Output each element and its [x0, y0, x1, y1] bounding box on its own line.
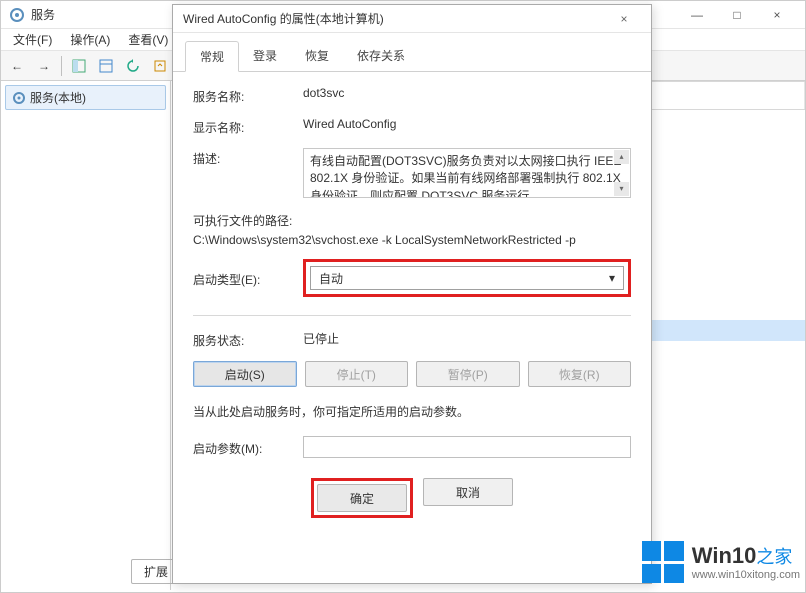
refresh-icon	[126, 59, 140, 73]
label-start-params: 启动参数(M):	[193, 438, 303, 457]
arrow-left-icon: ←	[11, 59, 23, 73]
panel-icon	[72, 59, 86, 73]
arrow-right-icon: →	[38, 59, 50, 73]
toolbar-btn-3[interactable]	[121, 54, 145, 78]
label-start-type: 启动类型(E):	[193, 269, 303, 288]
tab-general[interactable]: 常规	[185, 41, 239, 72]
watermark: Win10之家 www.win10xitong.com	[642, 541, 800, 583]
ok-button[interactable]: 确定	[317, 484, 407, 512]
start-button[interactable]: 启动(S)	[193, 361, 297, 387]
back-button[interactable]: ←	[5, 54, 29, 78]
watermark-url: www.win10xitong.com	[692, 569, 800, 581]
pause-button: 暂停(P)	[416, 361, 520, 387]
label-desc: 描述:	[193, 148, 303, 167]
forward-button[interactable]: →	[32, 54, 56, 78]
value-status: 已停止	[303, 330, 631, 347]
toolbar-separator	[61, 56, 62, 76]
cancel-button[interactable]: 取消	[423, 478, 513, 506]
menu-view[interactable]: 查看(V)	[120, 29, 176, 50]
list-icon	[99, 59, 113, 73]
menu-file[interactable]: 文件(F)	[5, 29, 60, 50]
label-disp-name: 显示名称:	[193, 117, 303, 136]
tab-recovery[interactable]: 恢复	[291, 41, 343, 71]
scroll-up-icon[interactable]: ▴	[614, 150, 629, 164]
dialog-close-button[interactable]: ×	[607, 7, 641, 31]
start-params-note: 当从此处启动服务时，你可指定所适用的启动参数。	[193, 403, 631, 420]
resume-button: 恢复(R)	[528, 361, 632, 387]
value-desc: 有线自动配置(DOT3SVC)服务负责对以太网接口执行 IEEE 802.1X …	[310, 154, 621, 198]
nav-node-services-local[interactable]: 服务(本地)	[5, 85, 166, 110]
value-disp-name: Wired AutoConfig	[303, 117, 631, 131]
highlight-start-type: 自动 ▾	[303, 259, 631, 297]
export-icon	[153, 59, 167, 73]
gear-icon	[9, 7, 25, 23]
toolbar-btn-2[interactable]	[94, 54, 118, 78]
properties-dialog: Wired AutoConfig 的属性(本地计算机) × 常规 登录 恢复 依…	[172, 4, 652, 584]
maximize-button[interactable]: □	[717, 1, 757, 29]
divider	[193, 315, 631, 316]
startup-type-value: 自动	[319, 270, 343, 287]
close-button[interactable]: ×	[757, 1, 797, 29]
windows-logo-icon	[642, 541, 684, 583]
value-svc-name: dot3svc	[303, 86, 631, 100]
dialog-title: Wired AutoConfig 的属性(本地计算机)	[183, 10, 384, 27]
start-params-input[interactable]	[303, 436, 631, 458]
service-control-buttons: 启动(S) 停止(T) 暂停(P) 恢复(R)	[193, 361, 631, 387]
nav-tree: 服务(本地)	[1, 81, 171, 590]
desc-scrollbar[interactable]: ▴▾	[614, 150, 629, 196]
label-status: 服务状态:	[193, 330, 303, 349]
startup-type-select[interactable]: 自动 ▾	[310, 266, 624, 290]
highlight-ok: 确定	[311, 478, 413, 518]
value-exe-path: C:\Windows\system32\svchost.exe -k Local…	[193, 233, 576, 247]
dialog-tabs: 常规 登录 恢复 依存关系	[173, 33, 651, 72]
stop-button: 停止(T)	[305, 361, 409, 387]
label-exe-path: 可执行文件的路径:	[193, 210, 292, 229]
watermark-brand: Win10	[692, 543, 757, 568]
main-title: 服务	[31, 6, 55, 23]
dialog-footer: 确定 取消	[193, 470, 631, 518]
label-svc-name: 服务名称:	[193, 86, 303, 105]
watermark-suffix: 之家	[756, 547, 792, 567]
toolbar-btn-1[interactable]	[67, 54, 91, 78]
dialog-form: 服务名称: dot3svc 显示名称: Wired AutoConfig 描述:…	[173, 72, 651, 528]
scroll-down-icon[interactable]: ▾	[614, 182, 629, 196]
toolbar-btn-4[interactable]	[148, 54, 172, 78]
minimize-button[interactable]: —	[677, 1, 717, 29]
menu-action[interactable]: 操作(A)	[62, 29, 118, 50]
chevron-down-icon: ▾	[609, 271, 615, 285]
dialog-titlebar[interactable]: Wired AutoConfig 的属性(本地计算机) ×	[173, 5, 651, 33]
description-box[interactable]: 有线自动配置(DOT3SVC)服务负责对以太网接口执行 IEEE 802.1X …	[303, 148, 631, 198]
tab-dependencies[interactable]: 依存关系	[343, 41, 419, 71]
nav-node-label: 服务(本地)	[30, 89, 86, 106]
tab-logon[interactable]: 登录	[239, 41, 291, 71]
gear-icon	[12, 91, 26, 105]
